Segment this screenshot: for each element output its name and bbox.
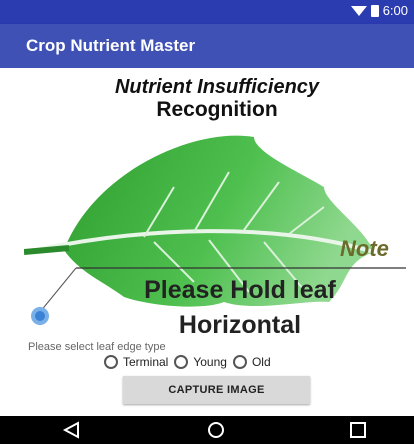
leaf-stem <box>24 245 70 255</box>
battery-icon <box>370 4 379 17</box>
status-bar: 6:00 <box>0 0 414 24</box>
instruction-line1: Please Hold leaf <box>144 276 336 304</box>
main-content: Nutrient Insufficiency Recognition Note … <box>0 68 414 416</box>
page-title-line1: Nutrient Insufficiency <box>114 76 320 98</box>
radio-young[interactable]: Young <box>174 355 227 369</box>
navigation-bar <box>0 416 414 444</box>
status-icons: 6:00 <box>350 3 408 18</box>
home-icon[interactable] <box>206 421 226 439</box>
radio-old[interactable]: Old <box>232 355 271 369</box>
radio-old-label: Old <box>251 355 271 369</box>
radio-circle-icon <box>104 355 118 369</box>
recents-icon[interactable] <box>348 421 368 439</box>
app-bar: Crop Nutrient Master <box>0 24 414 68</box>
wifi-icon <box>350 5 367 16</box>
back-icon[interactable] <box>62 421 82 439</box>
instruction-line2: Horizontal <box>178 311 302 339</box>
radio-young-label: Young <box>193 355 227 369</box>
leaf-edge-label: Please select leaf edge type <box>28 341 166 353</box>
radio-terminal-label: Terminal <box>123 355 169 369</box>
app-title: Crop Nutrient Master <box>26 36 196 55</box>
radio-circle-icon <box>232 355 247 369</box>
radio-terminal[interactable]: Terminal <box>104 355 168 369</box>
leaf-edge-radio-group: Terminal Young Old <box>104 355 277 369</box>
note-label: Note <box>340 236 389 261</box>
capture-image-button[interactable]: CAPTURE IMAGE <box>123 376 310 404</box>
page-title-line2: Recognition <box>156 98 278 121</box>
status-time: 6:00 <box>382 3 408 18</box>
radio-circle-icon <box>174 355 189 369</box>
